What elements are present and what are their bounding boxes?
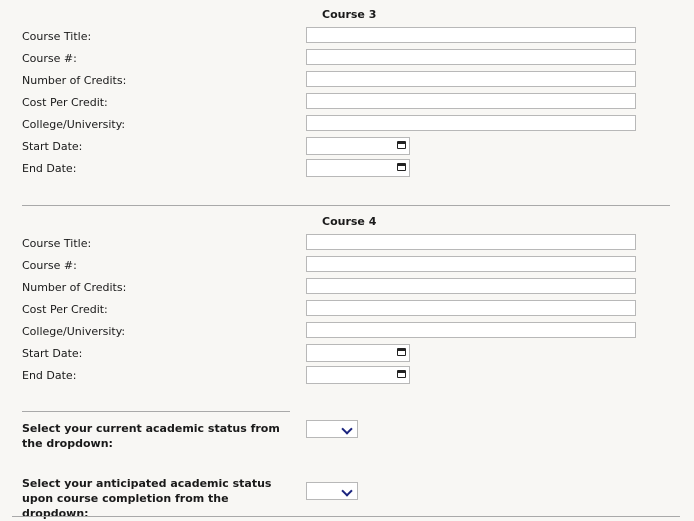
- end-date-label: End Date:: [22, 162, 77, 175]
- status-divider: [22, 411, 290, 412]
- calendar-icon[interactable]: [397, 141, 406, 149]
- chevron-down-icon: [341, 423, 353, 435]
- course-number-label: Course #:: [22, 259, 77, 272]
- course-3-credits-row: Number of Credits:: [0, 70, 694, 92]
- cost-label: Cost Per Credit:: [22, 303, 108, 316]
- course-3-title-input[interactable]: [306, 27, 636, 43]
- course-3-end-date-input[interactable]: [306, 159, 410, 177]
- start-date-label: Start Date:: [22, 347, 83, 360]
- course-4-end-date-input[interactable]: [306, 366, 410, 384]
- course-3-college-row: College/University:: [0, 114, 694, 136]
- course-4-cost-input[interactable]: [306, 300, 636, 316]
- section-divider: [22, 205, 670, 206]
- calendar-icon[interactable]: [397, 370, 406, 378]
- course-4-number-input[interactable]: [306, 256, 636, 272]
- calendar-icon[interactable]: [397, 163, 406, 171]
- end-date-label: End Date:: [22, 369, 77, 382]
- course-3-end-row: End Date:: [0, 158, 694, 180]
- anticipated-status-select[interactable]: [306, 482, 358, 500]
- course-3-credits-input[interactable]: [306, 71, 636, 87]
- course-3-heading: Course 3: [322, 8, 377, 21]
- course-4-credits-row: Number of Credits:: [0, 277, 694, 299]
- course-3-number-row: Course #:: [0, 48, 694, 70]
- course-3-title-row: Course Title:: [0, 26, 694, 48]
- course-4-college-row: College/University:: [0, 321, 694, 343]
- course-4-end-row: End Date:: [0, 365, 694, 387]
- calendar-icon[interactable]: [397, 348, 406, 356]
- course-3-number-input[interactable]: [306, 49, 636, 65]
- course-4-title-input[interactable]: [306, 234, 636, 250]
- course-4-title-row: Course Title:: [0, 233, 694, 255]
- course-title-label: Course Title:: [22, 237, 92, 250]
- course-4-start-date-input[interactable]: [306, 344, 410, 362]
- course-4-start-row: Start Date:: [0, 343, 694, 365]
- course-3-start-date-input[interactable]: [306, 137, 410, 155]
- course-number-label: Course #:: [22, 52, 77, 65]
- college-label: College/University:: [22, 118, 126, 131]
- course-title-label: Course Title:: [22, 30, 92, 43]
- bottom-divider: [12, 516, 680, 517]
- course-3-college-input[interactable]: [306, 115, 636, 131]
- chevron-down-icon: [341, 485, 353, 497]
- course-3-cost-input[interactable]: [306, 93, 636, 109]
- current-status-select[interactable]: [306, 420, 358, 438]
- anticipated-status-label: Select your anticipated academic status …: [22, 477, 272, 520]
- course-3-cost-row: Cost Per Credit:: [0, 92, 694, 114]
- course-4-heading: Course 4: [322, 215, 377, 228]
- course-4-number-row: Course #:: [0, 255, 694, 277]
- course-4-college-input[interactable]: [306, 322, 636, 338]
- cost-label: Cost Per Credit:: [22, 96, 108, 109]
- course-3-start-row: Start Date:: [0, 136, 694, 158]
- credits-label: Number of Credits:: [22, 281, 127, 294]
- credits-label: Number of Credits:: [22, 74, 127, 87]
- college-label: College/University:: [22, 325, 126, 338]
- course-4-cost-row: Cost Per Credit:: [0, 299, 694, 321]
- course-4-credits-input[interactable]: [306, 278, 636, 294]
- current-status-label: Select your current academic status from…: [22, 422, 280, 450]
- start-date-label: Start Date:: [22, 140, 83, 153]
